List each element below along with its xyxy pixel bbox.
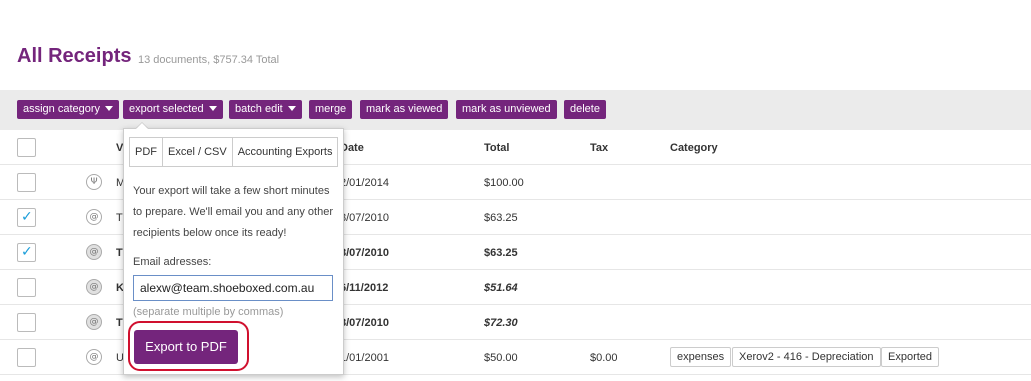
header-tax[interactable]: Tax bbox=[590, 142, 608, 154]
mark-viewed-button[interactable]: mark as viewed bbox=[360, 100, 449, 119]
tab-accounting-exports[interactable]: Accounting Exports bbox=[232, 138, 338, 166]
merge-button[interactable]: merge bbox=[309, 100, 353, 119]
at-sign-icon: @ bbox=[86, 244, 102, 260]
page-title: All Receipts bbox=[17, 45, 132, 67]
export-message: Your export will take a few short minute… bbox=[133, 185, 334, 239]
at-sign-icon: @ bbox=[86, 279, 102, 295]
row-date: 2/01/2014 bbox=[340, 177, 389, 189]
header-total[interactable]: Total bbox=[484, 142, 509, 154]
toolbar: assign category export selected batch ed… bbox=[0, 90, 1031, 130]
row-checkbox[interactable] bbox=[17, 243, 36, 262]
at-sign-icon: @ bbox=[86, 209, 102, 225]
row-date: 8/07/2010 bbox=[340, 317, 389, 329]
row-checkbox[interactable] bbox=[17, 348, 36, 367]
mark-unviewed-button[interactable]: mark as unviewed bbox=[456, 100, 557, 119]
row-date: 8/07/2010 bbox=[340, 212, 389, 224]
export-tabs: PDF Excel / CSV Accounting Exports bbox=[129, 137, 339, 167]
row-total: $51.64 bbox=[484, 282, 518, 294]
row-vendor[interactable]: T bbox=[116, 247, 123, 259]
caret-down-icon bbox=[105, 105, 114, 111]
row-date: 1/01/2001 bbox=[340, 352, 389, 364]
export-selected-button[interactable]: export selected bbox=[123, 100, 223, 119]
batch-edit-label: batch edit bbox=[235, 103, 283, 115]
caret-down-icon bbox=[208, 105, 217, 111]
at-sign-icon: @ bbox=[86, 349, 102, 365]
delete-button[interactable]: delete bbox=[564, 100, 606, 119]
assign-category-label: assign category bbox=[23, 103, 101, 115]
row-total: $72.30 bbox=[484, 317, 518, 329]
category-tag[interactable]: expenses bbox=[670, 347, 732, 367]
row-vendor[interactable]: T bbox=[116, 317, 123, 329]
export-popup: PDF Excel / CSV Accounting Exports Your … bbox=[123, 128, 344, 375]
select-all-checkbox[interactable] bbox=[17, 138, 36, 157]
header-category[interactable]: Category bbox=[670, 142, 718, 154]
row-total: $50.00 bbox=[484, 352, 518, 364]
export-to-pdf-button[interactable]: Export to PDF bbox=[134, 330, 238, 364]
row-checkbox[interactable] bbox=[17, 278, 36, 297]
row-checkbox[interactable] bbox=[17, 313, 36, 332]
row-date: 8/07/2010 bbox=[340, 247, 389, 259]
category-tag[interactable]: Exported bbox=[881, 347, 940, 367]
row-total: $63.25 bbox=[484, 247, 518, 259]
email-field[interactable] bbox=[133, 275, 333, 301]
email-label: Email adresses: bbox=[133, 256, 212, 268]
caret-down-icon bbox=[287, 105, 296, 111]
page-subtitle: 13 documents, $757.34 Total bbox=[138, 54, 280, 66]
at-sign-icon: @ bbox=[86, 314, 102, 330]
row-checkbox[interactable] bbox=[17, 173, 36, 192]
popup-arrow-inner bbox=[136, 123, 148, 129]
row-vendor[interactable]: T bbox=[116, 212, 123, 224]
email-hint: (separate multiple by commas) bbox=[133, 306, 284, 318]
row-total: $100.00 bbox=[484, 177, 524, 189]
row-tax: $0.00 bbox=[590, 352, 618, 364]
row-total: $63.25 bbox=[484, 212, 518, 224]
row-checkbox[interactable] bbox=[17, 208, 36, 227]
row-date: 6/11/2012 bbox=[340, 282, 389, 294]
assign-category-button[interactable]: assign category bbox=[17, 100, 120, 119]
fork-icon: Ψ bbox=[86, 174, 102, 190]
export-selected-label: export selected bbox=[129, 103, 204, 115]
tab-pdf[interactable]: PDF bbox=[130, 138, 163, 166]
category-tag[interactable]: Xerov2 - 416 - Depreciation bbox=[732, 347, 881, 367]
tab-excel-csv[interactable]: Excel / CSV bbox=[163, 138, 233, 166]
batch-edit-button[interactable]: batch edit bbox=[229, 100, 302, 119]
